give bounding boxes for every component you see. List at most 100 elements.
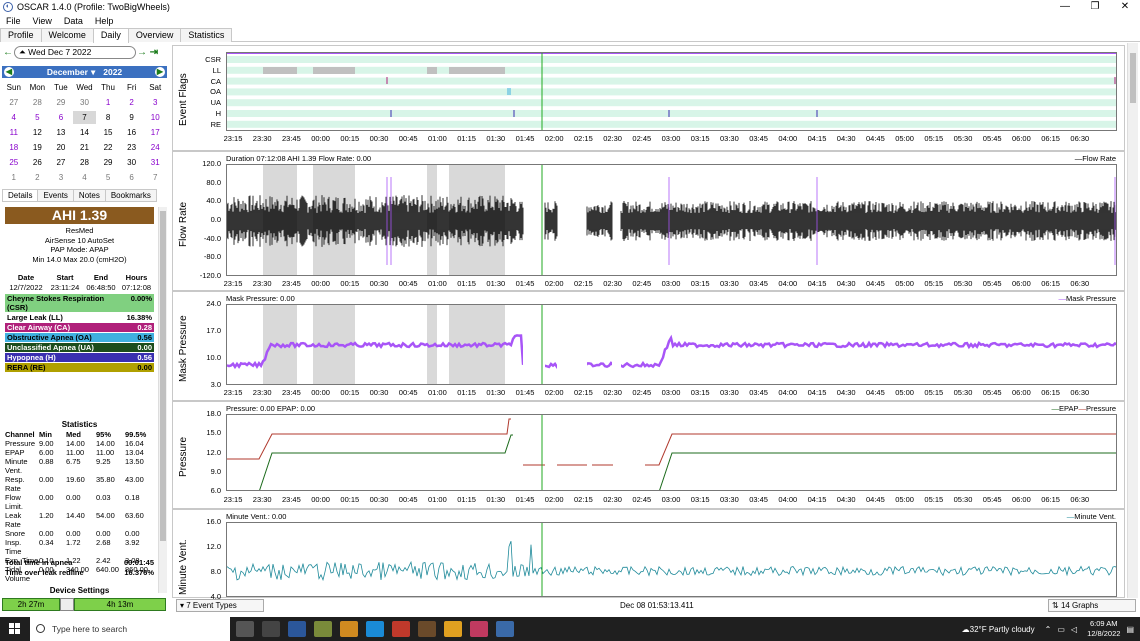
event-summary-row[interactable]: RERA (RE) 0.00 [5,363,154,372]
calendar-day[interactable]: 25 [2,156,26,169]
date-picker[interactable]: ⏶ Wed Dec 7 2022 [14,45,136,59]
calendar-day[interactable]: 24 [143,141,167,154]
cortana-icon[interactable] [236,621,254,637]
menu-file[interactable]: File [0,16,27,26]
event-summary-row[interactable]: Unclassified Apnea (UA) 0.00 [5,343,154,352]
flow-rate-plot[interactable] [226,164,1117,276]
event-summary-row[interactable]: Obstructive Apnea (OA) 0.56 [5,333,154,342]
tab-profile[interactable]: Profile [0,28,42,42]
graph-scroll-thumb[interactable] [1130,53,1136,103]
minimize-button[interactable]: — [1050,0,1080,14]
calendar-day[interactable]: 19 [26,141,50,154]
file-explorer-icon[interactable] [314,621,332,637]
calendar-day[interactable]: 28 [26,96,50,109]
calendar-day[interactable]: 28 [73,156,97,169]
tab-overview[interactable]: Overview [127,28,182,42]
task-view-icon[interactable] [262,621,280,637]
session-row[interactable]: 12/7/2022 23:11:24 06:48:50 07:12:08 [5,283,154,292]
chrome-icon[interactable] [444,621,462,637]
calendar-day[interactable]: 27 [49,156,73,169]
calendar-day[interactable]: 23 [120,141,144,154]
calendar-day[interactable]: 1 [96,96,120,109]
calendar-day[interactable]: 6 [49,111,73,124]
tab-welcome[interactable]: Welcome [40,28,94,42]
calendar-day[interactable]: 7 [72,111,97,124]
event-types-dropdown[interactable]: ▾ 7 Event Types [176,599,264,612]
weather-text[interactable]: 32°F Partly cloudy [970,625,1035,634]
close-button[interactable]: ✕ [1110,0,1140,14]
duration-right[interactable]: 4h 13m [74,598,166,611]
calendar-day[interactable]: 15 [96,126,120,139]
tab-daily[interactable]: Daily [92,28,129,43]
calendar-day[interactable]: 3 [143,96,167,109]
details-scroll-thumb[interactable] [160,211,166,541]
calendar-day[interactable]: 10 [143,111,167,124]
calendar-prev-icon[interactable]: ◀ [4,67,14,77]
calendar-day[interactable]: 2 [26,171,50,184]
subtab-bookmarks[interactable]: Bookmarks [104,189,157,202]
taskbar-search[interactable]: Type here to search [30,617,230,641]
menu-help[interactable]: Help [89,16,120,26]
restore-button[interactable]: ❐ [1080,0,1110,14]
calendar-day[interactable]: 3 [49,171,73,184]
calendar-day[interactable]: 29 [49,96,73,109]
calendar-day[interactable]: 30 [73,96,97,109]
calendar-day[interactable]: 21 [73,141,97,154]
calendar-day[interactable]: 8 [96,111,120,124]
subtab-notes[interactable]: Notes [72,189,106,202]
pressure-plot[interactable] [226,414,1117,491]
duration-left[interactable]: 2h 27m [2,598,60,611]
calendar-day[interactable]: 11 [2,126,26,139]
calendar-day[interactable]: 12 [26,126,50,139]
minute-vent-plot[interactable] [226,522,1117,597]
clock[interactable]: 6:09 AM 12/8/2022 [1087,619,1120,639]
menu-data[interactable]: Data [58,16,89,26]
calendar-day[interactable]: 31 [143,156,167,169]
calendar-day[interactable]: 1 [2,171,26,184]
photos-icon[interactable] [418,621,436,637]
next-day-arrow-icon[interactable]: → [136,47,148,58]
calendar-day[interactable]: 26 [26,156,50,169]
notifications-icon[interactable]: ▤ [1126,625,1134,634]
calendar-day[interactable]: 4 [2,111,26,124]
browser-icon[interactable] [470,621,488,637]
windows-start-icon[interactable] [0,617,30,641]
vivaldi-icon[interactable] [392,621,410,637]
word-icon[interactable] [288,621,306,637]
event-flags-plot[interactable] [226,52,1117,131]
device-settings-heading[interactable]: Device Settings [5,586,154,595]
calendar-day[interactable]: 22 [96,141,120,154]
last-day-arrow-icon[interactable]: ⇥ [148,47,160,58]
calendar-day[interactable]: 20 [49,141,73,154]
calendar-day[interactable]: 18 [2,141,26,154]
volume-icon[interactable]: ◁ [1071,625,1077,634]
calendar-year[interactable]: 2022 [103,67,122,77]
tray-chevron-icon[interactable]: ⌃ [1045,625,1052,634]
mask-pressure-plot[interactable] [226,304,1117,385]
graph-scrollbar[interactable] [1127,43,1138,598]
calendar-day[interactable]: 9 [120,111,144,124]
subtab-events[interactable]: Events [37,189,74,202]
duration-splitter[interactable] [60,598,74,611]
oscar-taskbar-icon[interactable] [496,621,514,637]
calendar-day[interactable]: 14 [73,126,97,139]
calendar-day[interactable]: 27 [2,96,26,109]
edge-icon[interactable] [366,621,384,637]
calendar-day[interactable]: 2 [120,96,144,109]
calendar-day[interactable]: 5 [26,111,50,124]
event-summary-row[interactable]: Clear Airway (CA) 0.28 [5,323,154,332]
event-summary-row[interactable]: Hypopnea (H) 0.56 [5,353,154,362]
calendar-day[interactable]: 17 [143,126,167,139]
calendar-day[interactable]: 7 [143,171,167,184]
calendar-next-icon[interactable]: ▶ [155,67,165,77]
calendar-day[interactable]: 13 [49,126,73,139]
calendar-day[interactable]: 16 [120,126,144,139]
tab-statistics[interactable]: Statistics [180,28,233,42]
calendar-month[interactable]: December [47,67,88,77]
event-summary-row[interactable]: Cheyne Stokes Respiration (CSR) 0.00% [5,294,154,312]
subtab-details[interactable]: Details [2,189,39,202]
event-summary-row[interactable]: Large Leak (LL) 16.38% [5,313,154,322]
network-icon[interactable]: ▭ [1057,625,1065,634]
calendar-day[interactable]: 5 [96,171,120,184]
calendar-day[interactable]: 6 [120,171,144,184]
